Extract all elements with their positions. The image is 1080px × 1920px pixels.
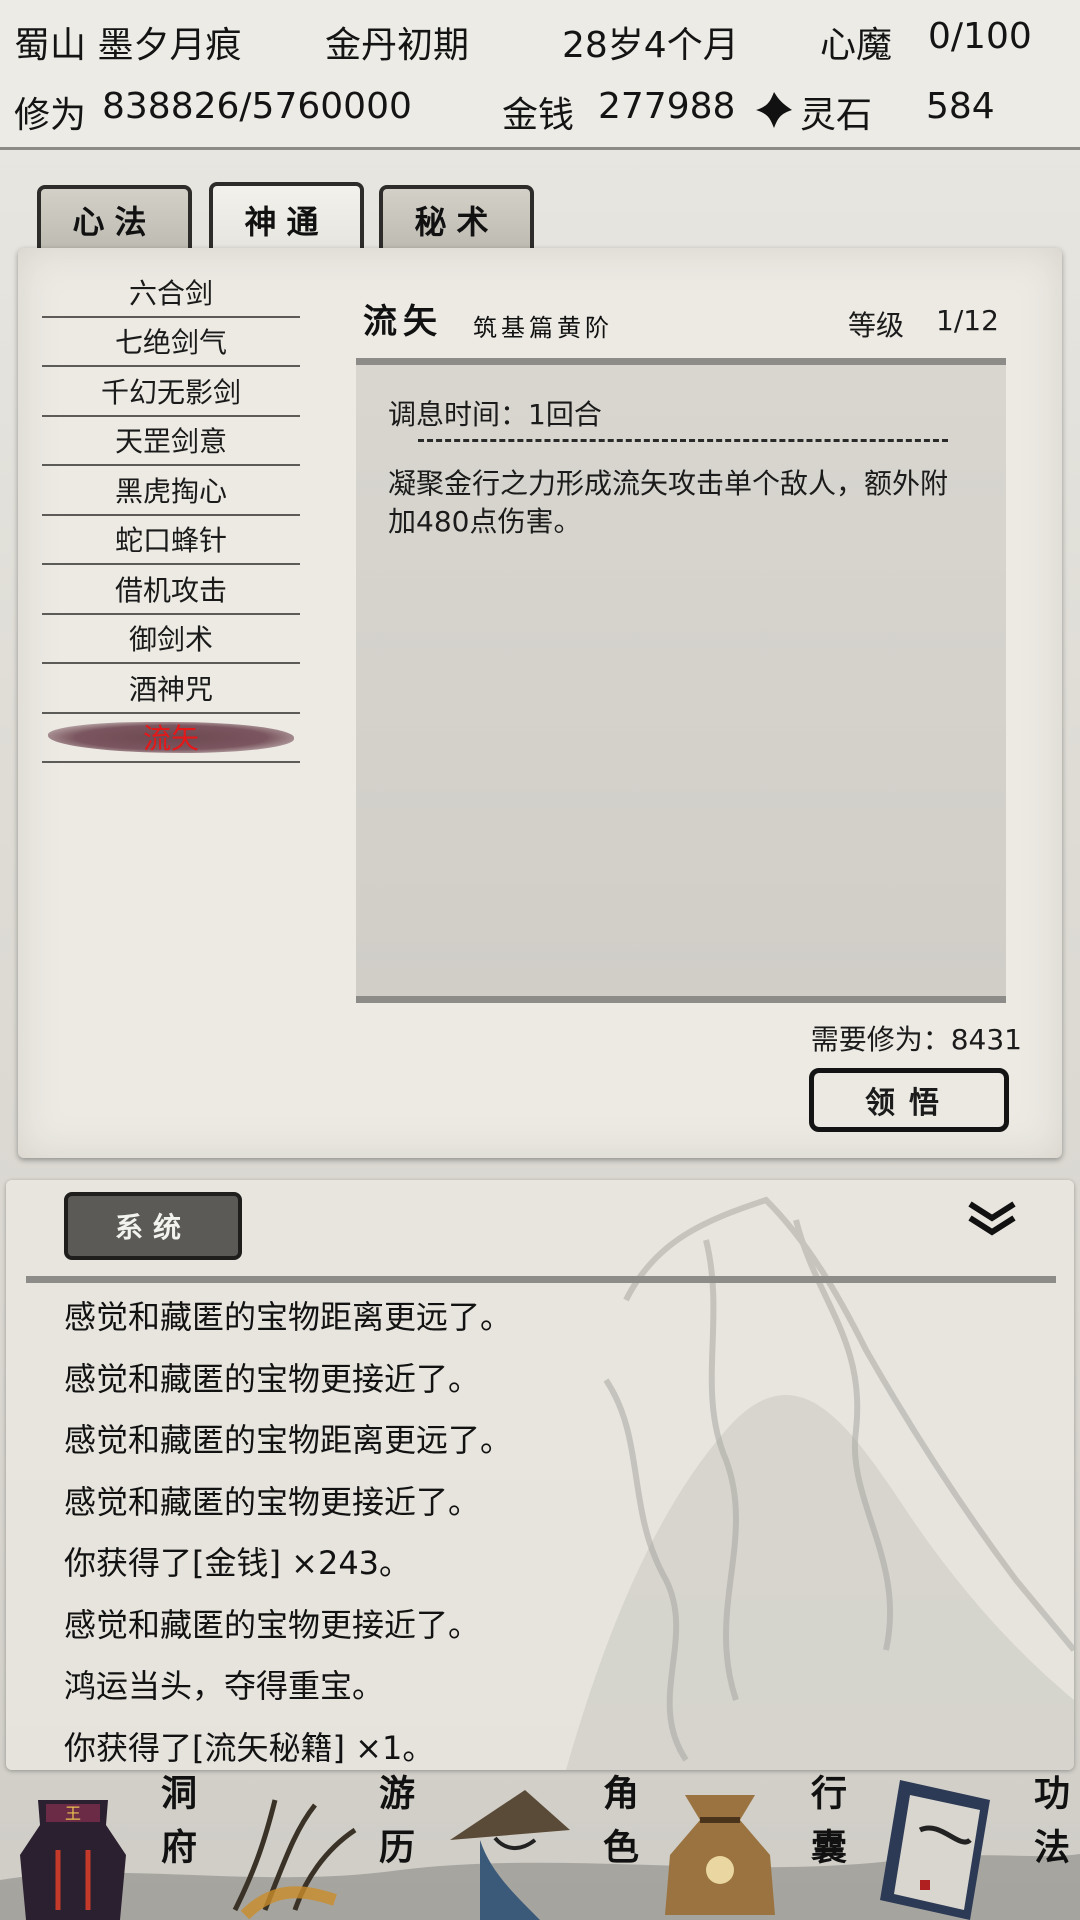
- nav-label: 洞府: [155, 1774, 197, 1882]
- skill-item[interactable]: 天罡剑意: [42, 417, 300, 466]
- log-line: 你获得了[金钱] ×243。: [64, 1544, 412, 1582]
- divider: [418, 439, 948, 442]
- spirit-stone-value: 584: [926, 86, 995, 127]
- log-divider: [26, 1276, 1056, 1283]
- nav-label: 角色: [597, 1774, 639, 1882]
- description-box: 调息时间：1回合 凝聚金行之力形成流矢攻击单个敌人，额外附加480点伤害。: [356, 358, 1006, 1003]
- nav-bag[interactable]: 行囊: [645, 1770, 860, 1920]
- skill-item[interactable]: 御剑术: [42, 615, 300, 664]
- level-label: 等级: [848, 309, 905, 342]
- character-icon: [450, 1790, 570, 1920]
- nav-label: 游历: [373, 1774, 415, 1882]
- travel-icon: [232, 1799, 357, 1920]
- money-value: 277988: [598, 86, 736, 127]
- cultivation-value: 838826/5760000: [102, 86, 412, 127]
- heart-demon-value: 0/100: [928, 16, 1032, 57]
- status-bar: 蜀山 墨夕月痕 金丹初期 28岁4个月 心魔 0/100 修为 838826/5…: [0, 0, 1080, 150]
- message-log-panel: 系统 感觉和藏匿的宝物距离更远了。 感觉和藏匿的宝物更接近了。 感觉和藏匿的宝物…: [6, 1180, 1074, 1770]
- skill-label: 蛇口蜂针: [114, 524, 227, 558]
- log-list: 感觉和藏匿的宝物距离更远了。 感觉和藏匿的宝物更接近了。 感觉和藏匿的宝物距离更…: [64, 1287, 512, 1770]
- bag-icon: [665, 1795, 775, 1915]
- log-tab-label: 系统: [114, 1211, 191, 1244]
- nav-label: 功法: [1028, 1774, 1070, 1882]
- cultivation-label: 修为: [14, 95, 87, 136]
- log-line: 你获得了[流矢秘籍] ×1。: [64, 1728, 435, 1767]
- skill-item[interactable]: 六合剑: [42, 268, 300, 318]
- skill-subtitle: 筑基篇黄阶: [473, 314, 613, 342]
- bottom-nav: 王 洞府 游历 角色 行囊 功法: [0, 1770, 1080, 1920]
- skill-item[interactable]: 蛇口蜂针: [42, 516, 300, 565]
- tab-label: 心法: [72, 203, 157, 241]
- nav-cave[interactable]: 王 洞府: [0, 1770, 215, 1920]
- log-line: 感觉和藏匿的宝物更接近了。: [64, 1605, 481, 1644]
- money-label: 金钱: [502, 95, 575, 136]
- skill-label: 千幻无影剑: [100, 375, 241, 409]
- nav-travel[interactable]: 游历: [215, 1770, 430, 1920]
- nav-label: 行囊: [805, 1774, 847, 1882]
- skill-label: 六合剑: [128, 276, 213, 310]
- button-label: 领悟: [865, 1086, 953, 1121]
- cultivation-requirement: 需要修为：8431: [810, 1023, 1022, 1056]
- tab-system[interactable]: 系统: [64, 1192, 242, 1260]
- skill-label: 天罡剑意: [114, 425, 227, 459]
- spirit-stone-icon: [756, 92, 792, 128]
- book-icon: [880, 1780, 990, 1920]
- skill-list: 六合剑 七绝剑气 千幻无影剑 天罡剑意 黑虎掏心 蛇口蜂针 借机攻击 御剑术 酒…: [42, 268, 300, 763]
- skill-label: 御剑术: [128, 623, 213, 657]
- spirit-stone-label: 灵石: [800, 95, 873, 136]
- skill-description: 凝聚金行之力形成流矢攻击单个敌人，额外附加480点伤害。: [388, 467, 949, 538]
- log-line: 感觉和藏匿的宝物更接近了。: [64, 1359, 481, 1398]
- comprehend-button[interactable]: 领悟: [809, 1068, 1009, 1132]
- log-line: 鸿运当头，夺得重宝。: [64, 1667, 385, 1705]
- skill-item[interactable]: 借机攻击: [42, 565, 300, 615]
- skill-label: 七绝剑气: [114, 326, 227, 360]
- skill-title: 流矢: [363, 302, 443, 342]
- double-chevron-down-icon[interactable]: [966, 1198, 1018, 1238]
- log-line: 感觉和藏匿的宝物距离更远了。: [64, 1421, 513, 1459]
- rest-time: 调息时间：1回合: [388, 398, 602, 431]
- skill-item[interactable]: 酒神咒: [42, 664, 300, 714]
- skill-item[interactable]: 七绝剑气: [42, 318, 300, 367]
- tab-xinfa[interactable]: 心法: [37, 185, 192, 251]
- tab-shentong[interactable]: 神通: [209, 182, 364, 254]
- skill-label: 流矢: [142, 722, 199, 756]
- heart-demon-label: 心魔: [820, 25, 893, 66]
- log-line: 感觉和藏匿的宝物更接近了。: [64, 1482, 481, 1521]
- realm: 金丹初期: [325, 25, 470, 66]
- age: 28岁4个月: [562, 25, 739, 66]
- sect-name: 蜀山 墨夕月痕: [14, 25, 242, 66]
- skill-label: 借机攻击: [114, 573, 227, 607]
- skill-panel: 六合剑 七绝剑气 千幻无影剑 天罡剑意 黑虎掏心 蛇口蜂针 借机攻击 御剑术 酒…: [18, 248, 1062, 1158]
- tab-label: 秘术: [414, 203, 499, 241]
- log-line: 感觉和藏匿的宝物距离更远了。: [64, 1298, 513, 1336]
- skill-label: 黑虎掏心: [114, 474, 227, 508]
- svg-text:王: 王: [65, 1804, 81, 1823]
- skill-label: 酒神咒: [128, 672, 213, 706]
- skill-item[interactable]: 黑虎掏心: [42, 466, 300, 516]
- nav-technique[interactable]: 功法: [860, 1770, 1080, 1920]
- skill-item[interactable]: 千幻无影剑: [42, 367, 300, 417]
- skill-item-selected[interactable]: 流矢: [42, 714, 300, 763]
- cave-icon: 王: [20, 1800, 126, 1920]
- tab-label: 神通: [244, 203, 329, 241]
- nav-character[interactable]: 角色: [430, 1770, 645, 1920]
- level-value: 1/12: [936, 304, 999, 337]
- tab-mishu[interactable]: 秘术: [379, 185, 534, 251]
